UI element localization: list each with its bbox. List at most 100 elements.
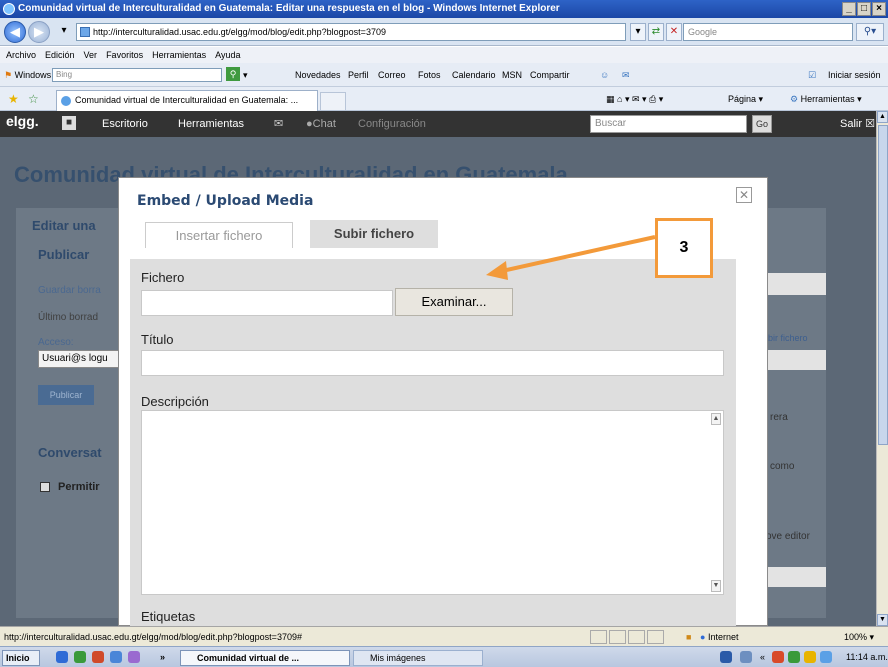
status-bar: http://interculturalidad.usac.edu.gt/elg… [0, 626, 888, 646]
globe-icon: ● [700, 632, 706, 642]
annotation-arrow [486, 235, 656, 280]
messages-icon[interactable]: ✉ [274, 117, 283, 131]
tray-app-icon-3[interactable] [804, 651, 816, 663]
google-search-input[interactable]: Google [683, 23, 853, 41]
logout-link[interactable]: Salir ☒ [840, 117, 875, 131]
desktop-quicklaunch-icon[interactable] [74, 651, 86, 663]
user-avatar-icon[interactable]: ■ [62, 116, 76, 130]
publish-button[interactable]: Publicar [38, 385, 94, 405]
internet-zone: ● Internet [700, 632, 739, 642]
file-path-input[interactable] [141, 290, 393, 316]
maximize-button[interactable]: □ [857, 2, 871, 16]
refresh-icon[interactable]: ⇄ [648, 23, 664, 41]
back-button[interactable]: ◀ [4, 21, 26, 43]
nav-herramientas[interactable]: Herramientas [178, 117, 244, 131]
page-icon [80, 27, 90, 37]
page-scrollbar[interactable]: ▲ ▼ [876, 111, 888, 626]
search-button-icon[interactable]: ⚲▾ [856, 23, 884, 41]
mail-icon[interactable]: ✉ [622, 68, 630, 82]
messenger-icon[interactable]: ☺ [600, 68, 609, 82]
link-compartir[interactable]: Compartir [530, 68, 570, 82]
tab-active[interactable]: Comunidad virtual de Interculturalidad e… [56, 90, 318, 111]
command-bar-icons[interactable]: ▦ ⌂ ▾ ✉ ▾ ⎙ ▾ [606, 92, 663, 106]
forward-button[interactable]: ▶ [28, 21, 50, 43]
ie-quicklaunch-icon[interactable] [56, 651, 68, 663]
windows-taskbar: Inicio » Comunidad virtual de ... Mis im… [0, 646, 888, 667]
go-button[interactable]: Go [752, 115, 772, 133]
tool-quicklaunch-icon[interactable] [128, 651, 140, 663]
textarea-scroll-up-icon[interactable]: ▲ [711, 413, 721, 425]
tray-printer-icon[interactable] [740, 651, 752, 663]
page-menu[interactable]: Página ▾ [728, 92, 763, 106]
nav-configuracion[interactable]: Configuración [358, 117, 426, 131]
modal-close-icon[interactable]: ✕ [736, 187, 752, 203]
tray-app-icon-2[interactable] [788, 651, 800, 663]
allow-comments-checkbox[interactable] [40, 482, 50, 492]
tools-menu[interactable]: ⚙ Herramientas ▾ [790, 92, 862, 106]
upload-file-link[interactable]: bir fichero [768, 333, 808, 343]
tray-expand-icon[interactable]: « [760, 650, 765, 666]
link-correo[interactable]: Correo [378, 68, 406, 82]
favorites-star-icon[interactable]: ★ [8, 92, 19, 106]
link-fotos[interactable]: Fotos [418, 68, 441, 82]
history-dropdown-icon[interactable]: ▾ [56, 23, 72, 41]
tray-app-icon-4[interactable] [820, 651, 832, 663]
stop-icon[interactable]: ✕ [666, 23, 682, 41]
tab-page-icon [61, 96, 71, 106]
tray-app-icon-1[interactable] [772, 651, 784, 663]
remove-editor-link[interactable]: ove editor [766, 531, 810, 542]
tools-gear-icon: ⚙ [790, 94, 799, 104]
scroll-up-icon[interactable]: ▲ [877, 111, 888, 123]
more-quicklaunch-icon[interactable]: » [160, 650, 165, 666]
description-textarea[interactable]: ▲ ▼ [141, 410, 724, 595]
start-button[interactable]: Inicio [2, 650, 40, 666]
signin-checkbox-icon[interactable]: ☑ [808, 68, 816, 82]
elgg-search-input[interactable]: Buscar [590, 115, 747, 133]
close-window-button[interactable]: × [872, 2, 886, 16]
zoom-level[interactable]: 100% ▾ [844, 630, 874, 644]
edit-heading: Editar una [32, 218, 96, 233]
tab-upload-file[interactable]: Subir fichero [310, 220, 438, 248]
save-draft-link[interactable]: Guardar borra [38, 285, 101, 296]
scroll-thumb[interactable] [878, 125, 888, 445]
minimize-button[interactable]: _ [842, 2, 856, 16]
nav-chat[interactable]: ●Chat [306, 117, 336, 131]
menu-ver[interactable]: Ver [84, 47, 98, 63]
menu-favoritos[interactable]: Favoritos [106, 47, 143, 63]
protected-mode-icon: ■ [686, 632, 692, 642]
url-input[interactable]: http://interculturalidad.usac.edu.gt/elg… [76, 23, 626, 41]
signin-link[interactable]: Iniciar sesión [828, 68, 881, 82]
menu-ayuda[interactable]: Ayuda [215, 47, 240, 63]
ie-logo-icon [3, 3, 15, 15]
bing-go-icon[interactable]: ⚲ [226, 67, 240, 81]
media-quicklaunch-icon[interactable] [92, 651, 104, 663]
taskbar-ie-window[interactable]: Comunidad virtual de ... [180, 650, 350, 666]
link-novedades[interactable]: Novedades [295, 68, 341, 82]
url-dropdown-icon[interactable]: ▾ [630, 23, 646, 41]
nav-escritorio[interactable]: Escritorio [102, 117, 148, 131]
taskbar-images-folder[interactable]: Mis imágenes [353, 650, 483, 666]
tab-insert-file[interactable]: Insertar fichero [145, 222, 293, 248]
add-favorites-icon[interactable]: ☆ [28, 92, 39, 106]
menu-archivo[interactable]: Archivo [6, 47, 36, 63]
bing-search-input[interactable]: Bing [52, 68, 222, 82]
title-input[interactable] [141, 350, 724, 376]
menu-edicion[interactable]: Edición [45, 47, 75, 63]
new-tab-button[interactable] [320, 92, 346, 111]
textarea-scroll-down-icon[interactable]: ▼ [711, 580, 721, 592]
right-text-como: como [770, 461, 795, 472]
elgg-logo[interactable]: elgg. [6, 114, 39, 128]
link-perfil[interactable]: Perfil [348, 68, 369, 82]
link-msn[interactable]: MSN [502, 68, 522, 82]
link-calendario[interactable]: Calendario [452, 68, 496, 82]
tray-network-icon[interactable] [720, 651, 732, 663]
bing-dropdown-icon[interactable]: ▾ [243, 68, 248, 82]
scroll-down-icon[interactable]: ▼ [877, 614, 888, 626]
description-label: Descripción [141, 394, 209, 409]
browser-quicklaunch-icon[interactable] [110, 651, 122, 663]
windows-live-icon: ⚑ [4, 70, 13, 80]
access-label: Acceso: [38, 337, 74, 348]
menu-herramientas[interactable]: Herramientas [152, 47, 206, 63]
browse-button[interactable]: Examinar... [395, 288, 513, 316]
logout-icon: ☒ [865, 118, 875, 130]
